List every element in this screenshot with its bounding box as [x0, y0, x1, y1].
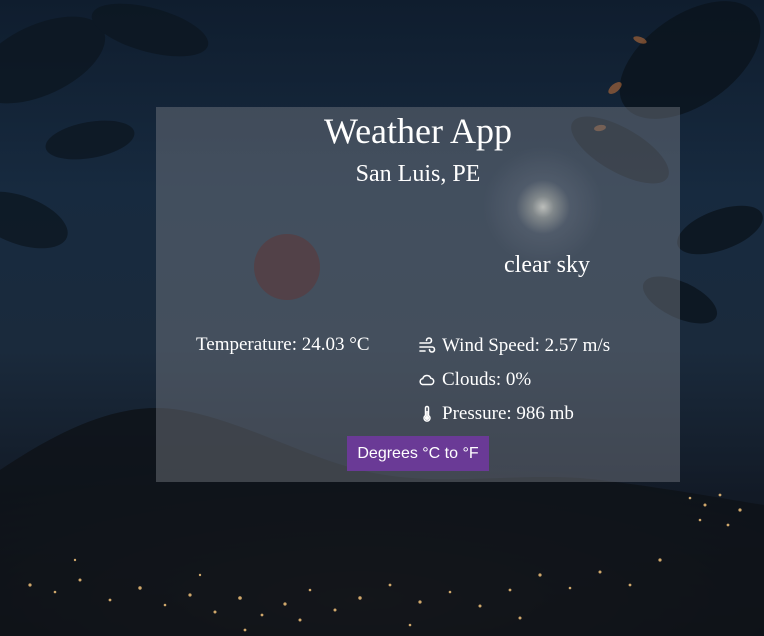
location-label: San Luis, PE	[355, 161, 481, 187]
page-title: Weather App	[323, 111, 513, 151]
weather-card: Weather App San Luis, PE clear sky Tempe…	[156, 107, 680, 482]
weather-description: clear sky	[504, 252, 590, 278]
wind-icon	[418, 337, 436, 355]
pressure-row: Pressure: 986 mb	[418, 403, 574, 425]
cloud-icon	[418, 371, 436, 389]
wind-speed-row: Wind Speed: 2.57 m/s	[418, 335, 610, 357]
thermometer-icon	[418, 405, 436, 423]
convert-units-button[interactable]: Degrees °C to °F	[347, 436, 489, 471]
temperature-readout: Temperature: 24.03 °C	[196, 334, 370, 355]
wind-speed-label: Wind Speed: 2.57 m/s	[442, 335, 611, 356]
pressure-label: Pressure: 986 mb	[442, 403, 574, 424]
clouds-row: Clouds: 0%	[418, 369, 531, 391]
clouds-label: Clouds: 0%	[442, 369, 532, 390]
weather-condition-icon	[254, 234, 320, 300]
